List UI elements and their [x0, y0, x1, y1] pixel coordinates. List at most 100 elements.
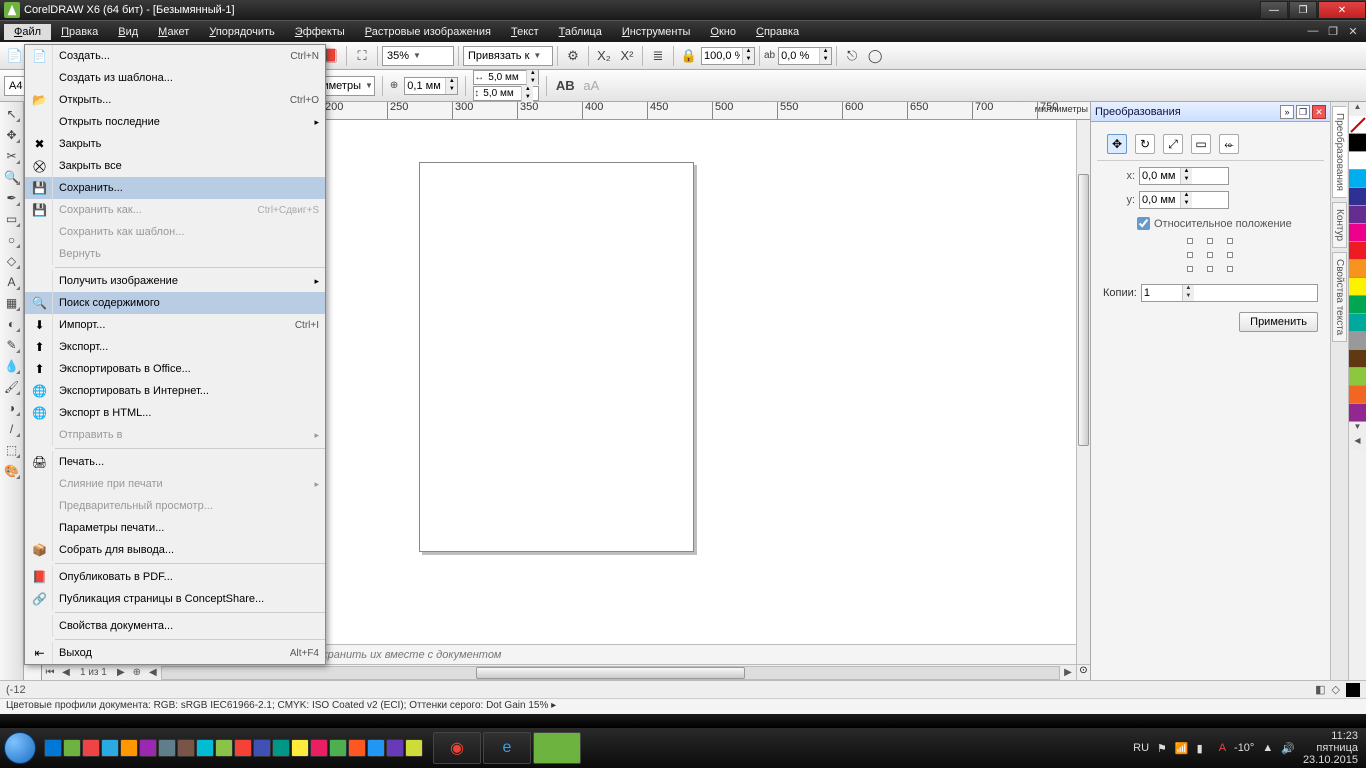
palette-up-icon[interactable]: ▲ [1349, 102, 1366, 116]
zoom-combo[interactable]: 35%▼ [382, 46, 454, 66]
swatch-fff200[interactable] [1349, 278, 1366, 296]
text-aa-icon[interactable]: aA [580, 75, 602, 97]
pinned-app-2[interactable] [82, 739, 100, 757]
tool-0[interactable]: ↖ [2, 104, 22, 124]
pinned-app-14[interactable] [310, 739, 328, 757]
menu-инструменты[interactable]: Инструменты [612, 24, 701, 40]
menuitem-открыть-последние[interactable]: Открыть последние [25, 111, 325, 133]
menuitem-экспорт-в-html-[interactable]: 🌐Экспорт в HTML... [25, 402, 325, 424]
tool-6[interactable]: ○ [2, 230, 22, 250]
docker-undock-icon[interactable]: ❐ [1296, 105, 1310, 119]
mdi-close[interactable]: ✕ [1344, 25, 1362, 38]
text-ab-icon[interactable]: AB [554, 75, 576, 97]
color-swatch-black[interactable] [1346, 683, 1360, 697]
apply-button[interactable]: Применить [1239, 312, 1318, 332]
transform-scale-tab[interactable]: ⤢ [1163, 134, 1183, 154]
menu-файл[interactable]: Файл [4, 24, 51, 40]
docker-collapse-icon[interactable]: » [1280, 105, 1294, 119]
tool-12[interactable]: 💧 [2, 356, 22, 376]
options-icon[interactable]: ⚙ [562, 45, 584, 67]
window-maximize-button[interactable]: ❐ [1289, 1, 1317, 19]
swatch-ed1c24[interactable] [1349, 242, 1366, 260]
menu-окно[interactable]: Окно [700, 24, 746, 40]
palette-down-icon[interactable]: ▼ [1349, 422, 1366, 436]
menu-эффекты[interactable]: Эффекты [285, 24, 355, 40]
transform-size-tab[interactable]: ▭ [1191, 134, 1211, 154]
volume-icon[interactable]: 🔊 [1281, 742, 1295, 755]
menuitem-опубликовать-в-pdf-[interactable]: 📕Опубликовать в PDF... [25, 566, 325, 588]
x-position-input[interactable]: ▲▼ [1139, 167, 1229, 185]
tray-expand-icon[interactable]: ▲ [1262, 742, 1273, 754]
taskbar-chrome-icon[interactable]: ◉ [433, 732, 481, 764]
swatch-662d91[interactable] [1349, 206, 1366, 224]
input-language[interactable]: RU [1133, 742, 1149, 754]
window-minimize-button[interactable]: — [1260, 1, 1288, 19]
vertical-scrollbar[interactable] [1076, 120, 1090, 664]
anchor-grid[interactable] [1187, 238, 1235, 274]
scale-lock-icon[interactable]: 🔒 [678, 45, 700, 67]
start-button[interactable] [0, 728, 40, 768]
new-icon[interactable]: 📄 [4, 45, 26, 67]
pinned-app-6[interactable] [158, 739, 176, 757]
menuitem-свойства-документа-[interactable]: Свойства документа... [25, 615, 325, 637]
document-page[interactable] [419, 162, 694, 552]
launch-icon[interactable]: ⎋ [841, 45, 863, 67]
action-center-icon[interactable]: ⚑ [1157, 742, 1167, 755]
swatch-00aeef[interactable] [1349, 170, 1366, 188]
pinned-app-13[interactable] [291, 739, 309, 757]
pinned-app-12[interactable] [272, 739, 290, 757]
copies-input[interactable]: ▲▼ [1141, 284, 1318, 302]
scale-spinner[interactable]: ▲▼ [701, 47, 755, 65]
temperature-tray-icon[interactable]: -10° [1234, 742, 1254, 754]
menuitem-экспорт-[interactable]: ⬆Экспорт... [25, 336, 325, 358]
pinned-app-3[interactable] [101, 739, 119, 757]
swatch-2e3192[interactable] [1349, 188, 1366, 206]
tool-14[interactable]: ◑ [2, 398, 22, 418]
pinned-app-11[interactable] [253, 739, 271, 757]
swatch-f26522[interactable] [1349, 386, 1366, 404]
menuitem-открыть-[interactable]: 📂Открыть...Ctrl+O [25, 89, 325, 111]
duplicate-distance[interactable]: ↔▲▼ ↕▲▼ [473, 70, 539, 101]
menuitem-создать-из-шаблона-[interactable]: Создать из шаблона... [25, 67, 325, 89]
navigator-icon[interactable]: ⊙ [1076, 664, 1090, 680]
battery-icon[interactable]: ▮ [1197, 742, 1203, 755]
swatch-00a99d[interactable] [1349, 314, 1366, 332]
docker-tab-2[interactable]: Свойства текста [1332, 252, 1347, 342]
menu-растровые изображения[interactable]: Растровые изображения [355, 24, 501, 40]
pinned-app-10[interactable] [234, 739, 252, 757]
menu-макет[interactable]: Макет [148, 24, 199, 40]
menuitem-собрать-для-вывода-[interactable]: 📦Собрать для вывода... [25, 539, 325, 561]
swatch-ffffff[interactable] [1349, 152, 1366, 170]
pinned-app-19[interactable] [405, 739, 423, 757]
taskbar-ie-icon[interactable]: e [483, 732, 531, 764]
taskbar-corel-icon[interactable] [533, 732, 581, 764]
swatch-603913[interactable] [1349, 350, 1366, 368]
menuitem-публикация-страницы-в-conceptshare-[interactable]: 🔗Публикация страницы в ConceptShare... [25, 588, 325, 610]
menuitem-параметры-печати-[interactable]: Параметры печати... [25, 517, 325, 539]
pinned-app-18[interactable] [386, 739, 404, 757]
tool-4[interactable]: ✒ [2, 188, 22, 208]
tool-10[interactable]: ◐ [2, 314, 22, 334]
menuitem-экспортировать-в-office-[interactable]: ⬆Экспортировать в Office... [25, 358, 325, 380]
fill-indicator-icon[interactable]: ◧ [1315, 683, 1325, 696]
swatch-8dc63f[interactable] [1349, 368, 1366, 386]
docker-close-icon[interactable]: ✕ [1312, 105, 1326, 119]
subscript-icon[interactable]: X₂ [593, 45, 615, 67]
outline-indicator-icon[interactable]: ◇ [1332, 683, 1340, 696]
transform-position-tab[interactable]: ✥ [1107, 134, 1127, 154]
tool-11[interactable]: ✎ [2, 335, 22, 355]
tool-15[interactable]: / [2, 419, 22, 439]
pinned-app-15[interactable] [329, 739, 347, 757]
y-position-input[interactable]: ▲▼ [1139, 191, 1229, 209]
menu-таблица[interactable]: Таблица [549, 24, 612, 40]
pinned-app-1[interactable] [63, 739, 81, 757]
snap-combo[interactable]: Привязать к▼ [463, 46, 553, 66]
menuitem-выход[interactable]: ⇤ВыходAlt+F4 [25, 642, 325, 664]
bullets-icon[interactable]: ≣ [647, 45, 669, 67]
rotation-spinner[interactable]: ▲▼ [778, 47, 832, 65]
swatch-999999[interactable] [1349, 332, 1366, 350]
horizontal-scrollbar[interactable]: ⏮◀1 из 1▶⊕ ◀▶ [42, 664, 1076, 680]
fullscreen-icon[interactable]: ⛶ [351, 45, 373, 67]
pinned-app-7[interactable] [177, 739, 195, 757]
tool-7[interactable]: ◇ [2, 251, 22, 271]
